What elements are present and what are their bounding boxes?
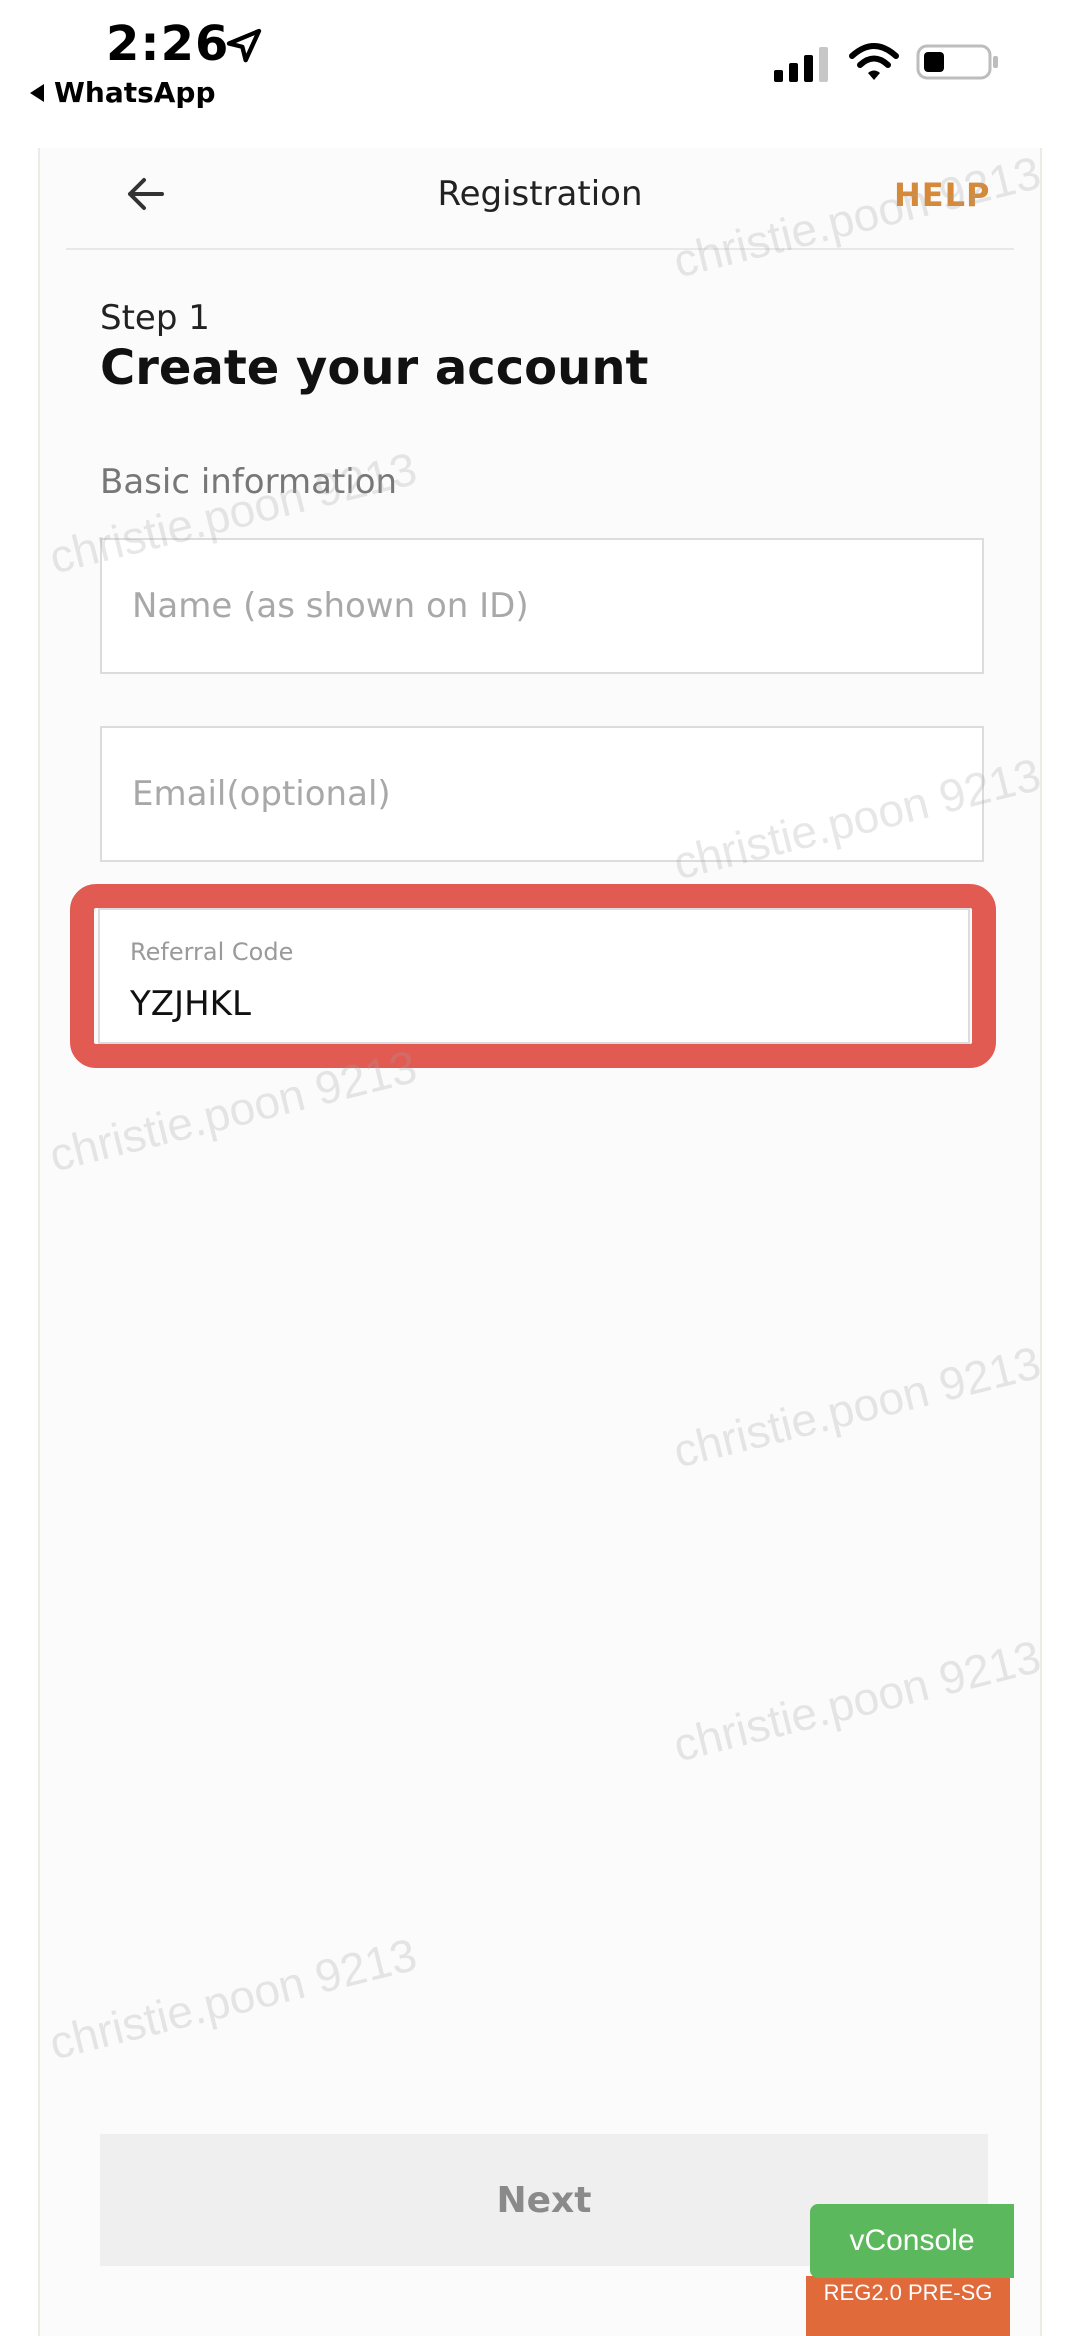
cellular-signal-icon bbox=[774, 47, 828, 82]
page-title: Create your account bbox=[100, 340, 649, 396]
vconsole-button[interactable]: vConsole bbox=[810, 2204, 1014, 2278]
section-label: Basic information bbox=[100, 462, 398, 502]
wifi-icon bbox=[849, 43, 899, 80]
help-link[interactable]: HELP bbox=[894, 176, 990, 214]
back-to-app-link[interactable]: WhatsApp bbox=[30, 76, 216, 109]
referral-code-value[interactable]: YZJHKL bbox=[130, 984, 251, 1024]
referral-code-label: Referral Code bbox=[130, 938, 294, 966]
location-arrow-icon bbox=[226, 28, 262, 63]
battery-icon bbox=[916, 44, 998, 80]
email-input[interactable] bbox=[102, 728, 982, 860]
email-field[interactable] bbox=[100, 726, 984, 862]
environment-badge: REG2.0 PRE-SG bbox=[806, 2276, 1010, 2336]
back-app-label: WhatsApp bbox=[54, 76, 216, 109]
status-time: 2:26 bbox=[106, 16, 230, 72]
step-label: Step 1 bbox=[100, 298, 210, 338]
referral-code-field[interactable]: Referral Code YZJHKL bbox=[98, 908, 970, 1044]
back-triangle-icon bbox=[30, 83, 44, 102]
header-divider bbox=[66, 248, 1014, 250]
screen: 2:26 WhatsApp Registration HELP Step 1 C… bbox=[0, 0, 1080, 2336]
name-field[interactable] bbox=[100, 538, 984, 674]
name-input[interactable] bbox=[102, 540, 982, 672]
